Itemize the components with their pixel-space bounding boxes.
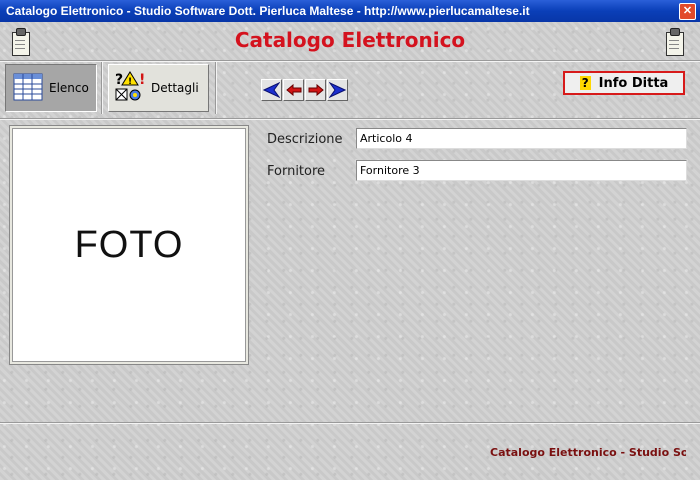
photo-placeholder-text: FOTO <box>74 223 184 266</box>
fornitore-input[interactable] <box>356 160 687 181</box>
previous-record-button[interactable] <box>283 79 304 101</box>
window-titlebar: Catalogo Elettronico - Studio Software D… <box>0 0 700 22</box>
tab-dettagli-label: Dettagli <box>151 81 199 95</box>
status-bar: Catalogo Elettronico - Studio Software <box>0 422 700 480</box>
svg-text:?: ? <box>115 72 123 88</box>
main-window: Catalogo Elettronico Elenco ? ! ! Dettag… <box>0 22 700 480</box>
descrizione-label: Descrizione <box>267 132 343 147</box>
tab-divider <box>215 62 217 114</box>
list-grid-icon <box>12 72 44 105</box>
details-symbols-icon: ? ! ! <box>114 70 148 107</box>
double-arrow-left-icon <box>263 82 280 98</box>
app-title: Catalogo Elettronico <box>234 28 466 52</box>
first-record-button[interactable] <box>261 79 282 101</box>
tab-elenco[interactable]: Elenco <box>5 64 97 112</box>
photo-frame: FOTO <box>9 125 249 365</box>
window-title: Catalogo Elettronico - Studio Software D… <box>6 4 530 18</box>
toolbar-separator <box>0 118 700 120</box>
descrizione-input[interactable] <box>356 128 687 149</box>
tab-elenco-label: Elenco <box>49 81 89 95</box>
svg-text:!: ! <box>128 77 132 87</box>
next-record-button[interactable] <box>305 79 326 101</box>
close-button[interactable]: ✕ <box>679 3 696 20</box>
header-separator <box>0 60 700 62</box>
double-arrow-right-icon <box>329 82 346 98</box>
fornitore-label: Fornitore <box>267 164 326 179</box>
info-ditta-button[interactable]: ? Info Ditta <box>563 71 685 95</box>
question-mark-icon: ? <box>579 76 591 90</box>
svg-text:!: ! <box>139 72 145 88</box>
arrow-right-icon <box>308 84 324 96</box>
info-ditta-label: Info Ditta <box>598 75 669 91</box>
tab-divider <box>101 62 103 114</box>
last-record-button[interactable] <box>327 79 348 101</box>
record-navigator <box>261 79 351 103</box>
photo-placeholder: FOTO <box>12 128 246 362</box>
status-marquee-text: Catalogo Elettronico - Studio Software <box>490 446 686 459</box>
arrow-left-icon <box>285 84 301 96</box>
tab-dettagli[interactable]: ? ! ! Dettagli <box>108 64 209 112</box>
